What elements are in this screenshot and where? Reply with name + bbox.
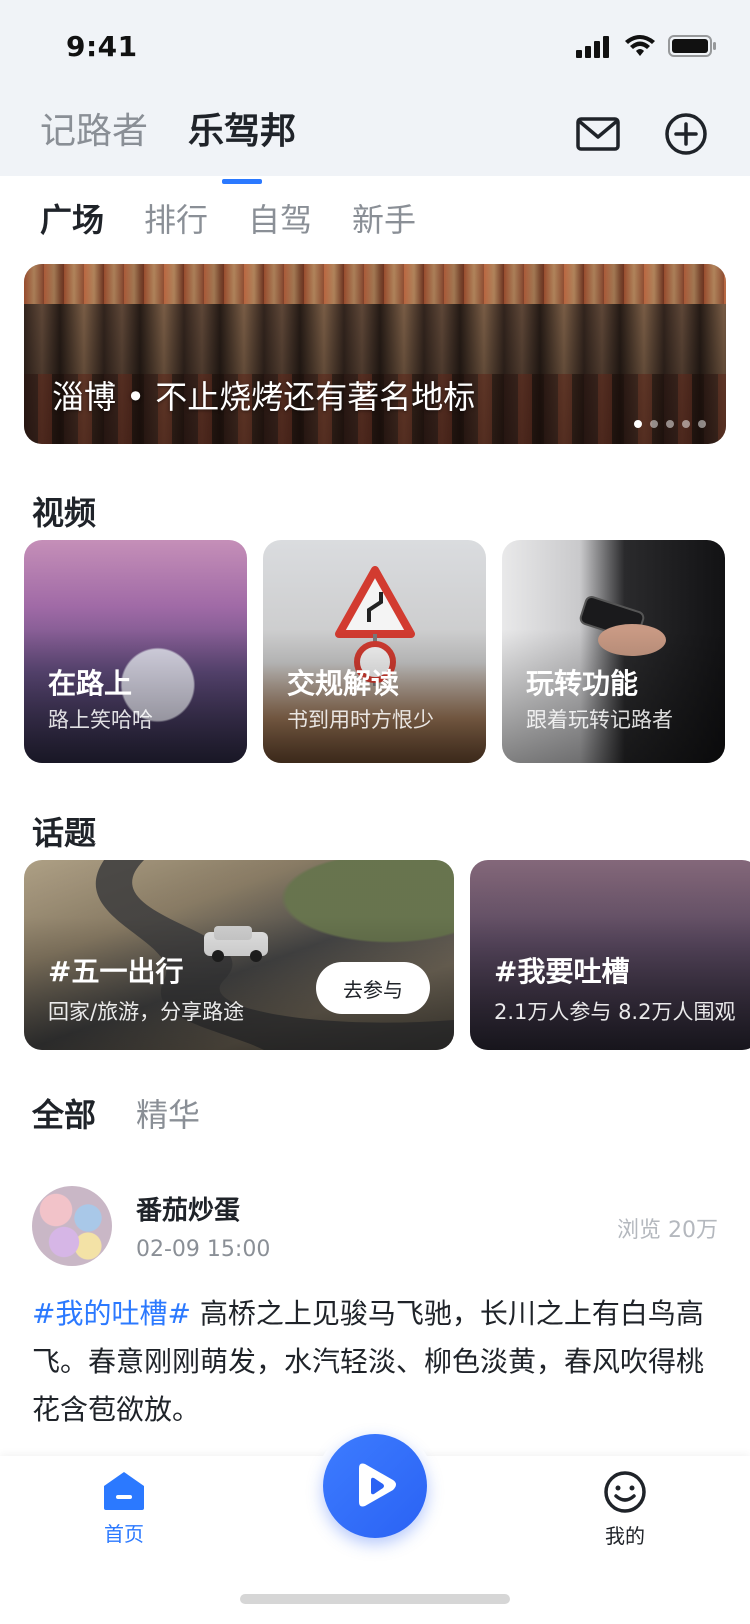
feed-tabs: 全部 精华 [32,1090,200,1136]
video-card-subtitle: 书到用时方恨少 [287,708,434,732]
video-card-title: 交规解读 [287,667,400,700]
status-time: 9:41 [66,30,138,63]
post-body[interactable]: #我的吐槽# 高桥之上见骏马飞驰，长川之上有白鸟高飞。春意刚刚萌发，水汽轻淡、柳… [32,1290,718,1434]
post-topic-tag[interactable]: #我的吐槽# [32,1297,191,1330]
banner-dots [634,420,706,428]
post-author[interactable]: 番茄炒蛋 [136,1190,240,1227]
status-icons [576,34,718,62]
home-indicator [240,1594,510,1604]
topic-list: #五一出行 回家/旅游，分享路途 去参与 #我要吐槽 2.1万人参与 8.2万人… [24,860,750,1050]
video-card-title: 在路上 [48,667,133,700]
banner-dot[interactable] [666,420,674,428]
video-card-title: 玩转功能 [526,667,639,700]
video-card-subtitle: 跟着玩转记路者 [526,708,673,732]
banner-dot[interactable] [698,420,706,428]
tab-all[interactable]: 全部 [32,1090,96,1136]
post-views: 浏览 20万 [617,1218,718,1243]
main-tabs: 记路者 乐驾邦 [40,108,296,184]
topic-card-subtitle: 2.1万人参与 8.2万人围观 [494,1000,736,1024]
banner-dot[interactable] [682,420,690,428]
topic-card-may-day[interactable]: #五一出行 回家/旅游，分享路途 去参与 [24,860,454,1050]
video-card-features[interactable]: 玩转功能 跟着玩转记路者 [502,540,725,763]
tab-lejiabang[interactable]: 乐驾邦 [188,108,296,184]
tab-mine-label: 我的 [605,1524,645,1548]
join-button[interactable]: 去参与 [316,962,430,1014]
banner-dot[interactable] [650,420,658,428]
tab-home-label: 首页 [104,1522,144,1546]
tab-jiluzhe[interactable]: 记路者 [40,108,148,156]
topic-card-complaints[interactable]: #我要吐槽 2.1万人参与 8.2万人围观 [470,860,750,1050]
sub-tabs: 广场 排行 自驾 新手 [40,196,416,244]
home-icon [104,1472,144,1510]
mail-icon[interactable] [574,110,622,158]
topic-section-title: 话题 [32,814,97,852]
banner-dot[interactable] [634,420,642,428]
status-bar: 9:41 [0,0,750,96]
tab-zijia[interactable]: 自驾 [248,196,312,244]
wifi-icon [624,34,656,62]
video-card-on-road[interactable]: 在路上 路上笑哈哈 [24,540,247,763]
post-time: 02-09 15:00 [136,1237,271,1262]
banner-title: 淄博 • 不止烧烤还有著名地标 [52,378,476,416]
play-icon [359,1463,396,1507]
play-action-button[interactable] [323,1434,427,1538]
topic-card-title: #五一出行 [48,955,184,988]
header-actions [574,110,710,158]
tab-mine[interactable]: 我的 [565,1470,685,1549]
video-card-traffic-rules[interactable]: 交规解读 书到用时方恨少 [263,540,486,763]
video-card-subtitle: 路上笑哈哈 [48,708,153,732]
video-list: 在路上 路上笑哈哈 交规解读 书到用时方恨少 玩转功能 跟着玩转记路者 [24,540,725,763]
tab-home[interactable]: 首页 [64,1470,184,1547]
topic-card-subtitle: 回家/旅游，分享路途 [48,1000,245,1024]
video-section-title: 视频 [32,494,97,532]
tab-xinshou[interactable]: 新手 [352,196,416,244]
center-action-wrap [315,1426,435,1546]
add-circle-icon[interactable] [662,110,710,158]
topic-card-title: #我要吐槽 [494,955,630,988]
avatar[interactable] [32,1186,112,1266]
battery-icon [668,34,718,62]
tab-featured[interactable]: 精华 [136,1090,200,1136]
smiley-icon [604,1471,646,1513]
banner-carousel[interactable]: 淄博 • 不止烧烤还有著名地标 [24,264,726,444]
tab-guangchang[interactable]: 广场 [40,196,104,244]
tab-paihang[interactable]: 排行 [144,196,208,244]
signal-icon [576,34,612,62]
